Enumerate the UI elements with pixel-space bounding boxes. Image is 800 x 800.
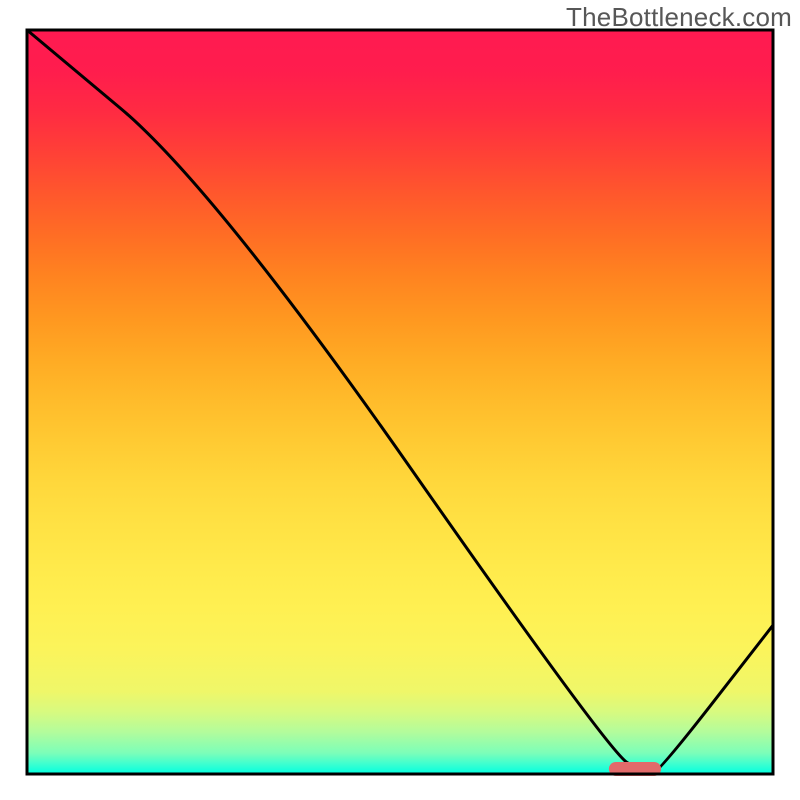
bottleneck-chart <box>0 0 800 800</box>
chart-container: { "watermark": "TheBottleneck.com", "cha… <box>0 0 800 800</box>
plot-gradient-fill <box>27 30 773 774</box>
watermark-text: TheBottleneck.com <box>566 2 792 33</box>
